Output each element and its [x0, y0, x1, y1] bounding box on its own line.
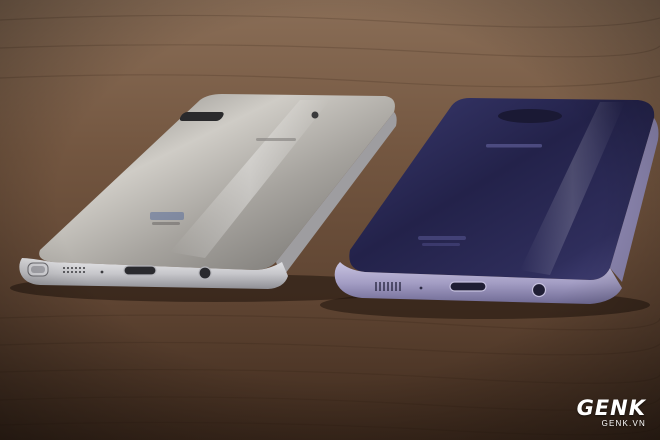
photo-illustration: [0, 0, 660, 440]
vignette: [0, 0, 660, 440]
photo-scene: GENK GENK.VN: [0, 0, 660, 440]
watermark-site: GENK.VN: [601, 419, 646, 428]
watermark: GENK GENK.VN: [577, 398, 646, 428]
watermark-logo: GENK: [576, 396, 646, 420]
